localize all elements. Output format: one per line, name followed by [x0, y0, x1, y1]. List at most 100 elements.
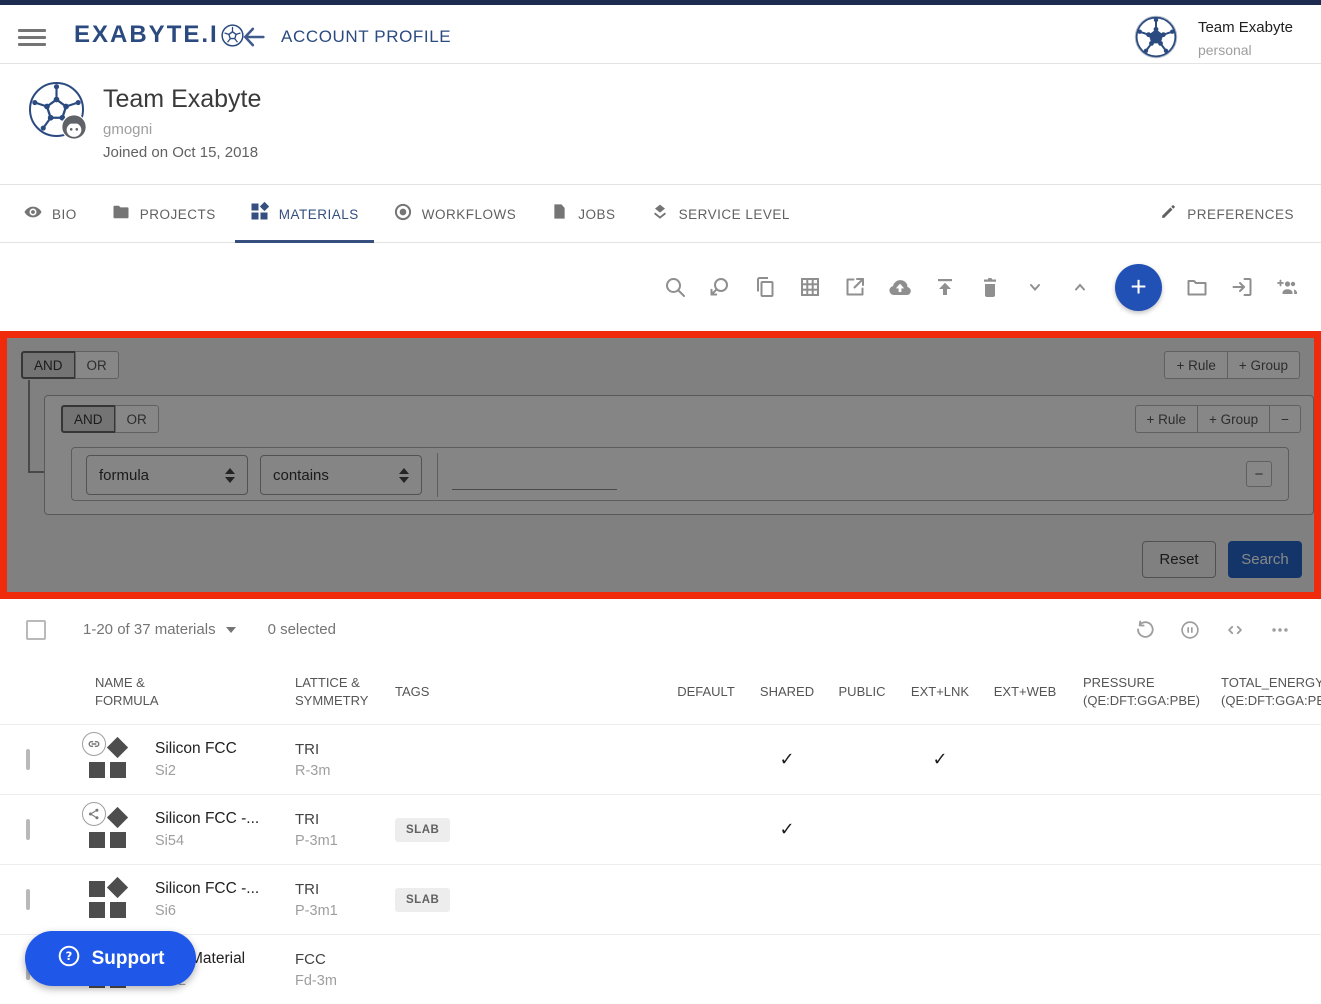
- tab-preferences[interactable]: PREFERENCES: [1144, 186, 1309, 242]
- logo-text: EXABYTE.I: [74, 21, 219, 49]
- tab-workflows[interactable]: WORKFLOWS: [378, 186, 532, 242]
- results-count-dropdown[interactable]: 1-20 of 37 materials: [83, 621, 236, 638]
- file-icon: [550, 202, 569, 226]
- pause-circle-icon[interactable]: [1179, 619, 1201, 641]
- column-tags[interactable]: TAGS: [390, 683, 665, 701]
- pencil-icon: [1159, 202, 1178, 226]
- profile-section: Team Exabyte gmogni Joined on Oct 15, 20…: [0, 65, 1321, 185]
- exit-to-app-icon[interactable]: [1230, 275, 1254, 299]
- radio-checked-icon: [393, 202, 413, 227]
- support-button[interactable]: ? Support: [25, 931, 196, 986]
- table-row[interactable]: Silicon FCCSi2 TRIR-3m ✓ ✓: [0, 725, 1321, 795]
- row-checkbox[interactable]: [26, 889, 30, 910]
- tab-jobs-label: JOBS: [578, 207, 615, 222]
- lattice-type: TRI: [295, 811, 390, 828]
- materials-toolbar: +: [0, 243, 1321, 331]
- caret-down-icon: [226, 627, 236, 633]
- chevron-down-icon[interactable]: [1023, 275, 1047, 299]
- column-total-energy[interactable]: TOTAL_ENERGY(QE:DFT:GGA:PBE): [1205, 674, 1321, 710]
- group-add-icon[interactable]: [1275, 275, 1299, 299]
- tab-jobs[interactable]: JOBS: [535, 186, 630, 242]
- lattice-type: FCC: [295, 951, 390, 968]
- open-in-new-icon[interactable]: [843, 275, 867, 299]
- layers-icon: [650, 202, 670, 227]
- link-icon: [82, 732, 106, 756]
- material-formula: Si6: [155, 903, 290, 919]
- table-row[interactable]: Silicon FCC -...Si54 TRIP-3m1 SLAB ✓: [0, 795, 1321, 865]
- row-checkbox[interactable]: [26, 819, 30, 840]
- disabled-overlay: [7, 338, 1314, 592]
- search-icon[interactable]: [663, 275, 687, 299]
- menu-icon[interactable]: [18, 25, 46, 47]
- code-icon[interactable]: [1224, 619, 1246, 641]
- topbar-user-chip[interactable]: Team Exabyte personal: [1134, 15, 1293, 59]
- page-title: ACCOUNT PROFILE: [281, 27, 451, 47]
- material-icon: [88, 879, 130, 921]
- column-default[interactable]: DEFAULT: [665, 683, 747, 701]
- upload-icon[interactable]: [933, 275, 957, 299]
- symmetry-group: R-3m: [295, 763, 390, 779]
- row-checkbox[interactable]: [26, 749, 30, 770]
- tag-chip: SLAB: [395, 888, 450, 912]
- tab-service-level-label: SERVICE LEVEL: [679, 207, 790, 222]
- column-shared[interactable]: SHARED: [747, 683, 827, 701]
- column-pressure[interactable]: PRESSURE(QE:DFT:GGA:PBE): [1067, 674, 1205, 710]
- cloud-upload-icon[interactable]: [888, 275, 912, 299]
- profile-username: gmogni: [103, 121, 152, 138]
- avatar: [1134, 15, 1178, 59]
- table-row[interactable]: Silicon FCC -... Si6 TRI P-3m1 SLAB: [0, 865, 1321, 935]
- delete-icon[interactable]: [978, 275, 1002, 299]
- symmetry-group: Fd-3m: [295, 973, 390, 989]
- material-icon: [88, 809, 130, 851]
- grid-icon[interactable]: [798, 275, 822, 299]
- tab-materials-label: MATERIALS: [279, 207, 359, 222]
- share-icon: [82, 802, 106, 826]
- logo[interactable]: EXABYTE.I: [74, 21, 244, 49]
- app-window: EXABYTE.I ACCOUNT PROFILE Team Exabyte p…: [0, 0, 1321, 1004]
- add-material-fab[interactable]: +: [1115, 264, 1162, 311]
- lattice-type: TRI: [295, 881, 390, 898]
- copy-icon[interactable]: [753, 275, 777, 299]
- shared-flag: ✓: [747, 819, 827, 840]
- column-ext-web[interactable]: EXT+WEB: [983, 683, 1067, 701]
- tag-chip: SLAB: [395, 818, 450, 842]
- material-name[interactable]: Silicon FCC -...: [155, 810, 290, 828]
- materials-icon: [250, 202, 270, 227]
- profile-joined-date: Joined on Oct 15, 2018: [103, 144, 258, 161]
- tab-materials[interactable]: MATERIALS: [235, 186, 374, 242]
- material-name[interactable]: Silicon FCC -...: [155, 880, 290, 898]
- more-icon[interactable]: [1269, 619, 1291, 641]
- face-badge-icon: [60, 113, 88, 141]
- chevron-up-icon[interactable]: [1068, 275, 1092, 299]
- tab-bio-label: BIO: [52, 207, 77, 222]
- back-arrow-icon[interactable]: [240, 23, 268, 51]
- tab-preferences-label: PREFERENCES: [1187, 207, 1294, 222]
- symmetry-group: P-3m1: [295, 903, 390, 919]
- shared-flag: ✓: [747, 749, 827, 770]
- selected-count-label: 0 selected: [268, 621, 336, 638]
- symmetry-group: P-3m1: [295, 833, 390, 849]
- select-all-checkbox[interactable]: [26, 620, 46, 640]
- saved-search-icon[interactable]: [708, 275, 732, 299]
- column-ext-lnk[interactable]: EXT+LNK: [897, 683, 983, 701]
- query-builder-panel: AND OR + Rule + Group AND OR + Rule + G: [0, 331, 1321, 599]
- top-bar: EXABYTE.I ACCOUNT PROFILE Team Exabyte p…: [0, 5, 1321, 64]
- column-public[interactable]: PUBLIC: [827, 683, 897, 701]
- material-name[interactable]: Silicon FCC: [155, 740, 290, 758]
- tab-service-level[interactable]: SERVICE LEVEL: [635, 186, 805, 242]
- lattice-type: TRI: [295, 741, 390, 758]
- material-icon: [88, 739, 130, 781]
- plus-icon: +: [1130, 271, 1146, 303]
- tab-projects[interactable]: PROJECTS: [96, 186, 231, 242]
- table-row[interactable]: Material2 FCCFd-3m: [0, 935, 1321, 1004]
- tab-bio[interactable]: BIO: [8, 186, 92, 242]
- column-lattice-symmetry[interactable]: LATTICE &SYMMETRY: [290, 674, 390, 710]
- material-formula: Si2: [155, 763, 290, 779]
- folder-open-icon[interactable]: [1185, 275, 1209, 299]
- folder-icon: [111, 202, 131, 227]
- support-label: Support: [92, 948, 165, 970]
- column-name-formula[interactable]: NAME & FORMULA: [0, 674, 155, 710]
- topbar-user-type: personal: [1198, 42, 1293, 58]
- refresh-icon[interactable]: [1134, 619, 1156, 641]
- question-circle-icon: ?: [57, 944, 81, 973]
